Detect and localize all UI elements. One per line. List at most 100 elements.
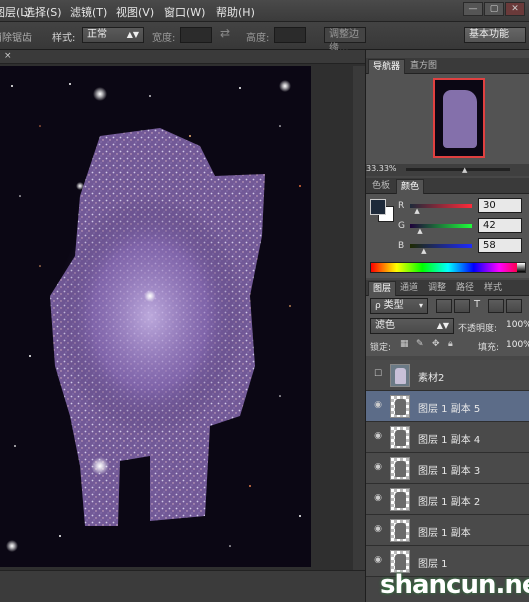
smart-filter-icon[interactable] [506,299,522,313]
tab-navigator[interactable]: 导航器 [368,59,406,74]
menu-view[interactable]: 视图(V) [116,4,154,20]
tab-adjustments[interactable]: 调整 [424,281,450,296]
eye-icon[interactable]: ◉ [372,493,384,505]
layer-list: ☐ 素材2 ◉ 图层 1 副本 5 ◉ 图层 1 副本 4 ◉ 图层 1 副本 … [366,360,529,602]
document-canvas[interactable] [0,66,311,567]
navigator-preview-area [366,74,529,174]
eye-icon[interactable]: ◉ [372,524,384,536]
fill-value[interactable]: 100% [506,340,529,350]
layer-row[interactable]: ◉ 图层 1 副本 [366,515,529,546]
layer-thumbnail [390,457,410,480]
refine-edge-button[interactable]: 调整边缘... [324,27,366,54]
height-label: 高度: [246,33,270,44]
workspace-value: 基本功能 [469,29,509,40]
channel-r-value[interactable]: 30 [478,198,522,213]
width-label: 宽度: [152,33,176,44]
style-dropdown[interactable]: 正常 ▲▼ [82,27,144,43]
right-panel: 导航器 直方图 33.33% ▲ 色板 颜色 R ▲ 30 G ▲ 42 B ▲… [365,50,529,602]
close-icon[interactable]: ✕ [505,2,525,16]
layer-row[interactable]: ◉ 图层 1 副本 3 [366,453,529,484]
layer-row[interactable]: ◉ 图层 1 副本 5 [366,391,529,422]
eye-icon[interactable]: ◉ [372,431,384,443]
anti-alias-label[interactable]: 消除锯齿 [0,29,32,44]
maximize-icon[interactable]: ▢ [484,2,504,16]
navigator-view-box[interactable] [433,78,485,158]
blend-mode-value: 滤色 [375,320,395,331]
layer-name: 图层 1 副本 [418,528,471,539]
height-field[interactable] [274,27,306,43]
layer-row[interactable]: ◉ 图层 1 副本 2 [366,484,529,515]
layer-thumbnail [390,426,410,449]
layer-thumbnail [390,395,410,418]
tab-color[interactable]: 颜色 [396,179,425,194]
layer-name: 图层 1 副本 2 [418,497,481,508]
shape-filter-icon[interactable] [488,299,504,313]
channel-g-handle-icon[interactable]: ▲ [417,227,422,235]
zoom-row: 33.33% ▲ [366,164,529,176]
lock-label: 锁定: [370,343,392,353]
color-panel: R ▲ 30 G ▲ 42 B ▲ 58 [366,194,529,278]
channel-r-handle-icon[interactable]: ▲ [414,207,419,215]
close-doc-icon[interactable]: × [4,51,12,61]
visibility-off-icon[interactable]: ☐ [372,369,384,381]
channel-b-value[interactable]: 58 [478,238,522,253]
options-bar: 消除锯齿 样式: 正常 ▲▼ 宽度: ⇄ 高度: 调整边缘... 基本功能 [0,22,529,54]
watermark-logo: shancun.net [380,570,529,600]
channel-b-slider[interactable] [410,244,472,248]
channel-b-handle-icon[interactable]: ▲ [421,247,426,255]
eye-icon[interactable]: ◉ [372,400,384,412]
zoom-value[interactable]: 33.33% [366,164,397,173]
layer-name: 图层 1 副本 3 [418,466,481,477]
zoom-handle-icon[interactable]: ▲ [462,166,467,174]
channel-b-row: B ▲ 58 [366,238,529,256]
lock-brush-icon[interactable]: ✎ [416,339,424,349]
tab-channels[interactable]: 通道 [396,281,422,296]
opacity-value[interactable]: 100% [506,320,529,330]
layer-filter-dropdown[interactable]: ρ 类型 ▾ [370,298,428,314]
layer-row[interactable]: ☐ 素材2 [366,360,529,391]
fill-label: 填充: [478,343,500,353]
layers-tabs: 图层 通道 调整 路径 样式 [366,280,529,296]
lock-move-icon[interactable]: ✥ [432,339,440,349]
document-tab-strip: × [0,50,365,64]
menu-select[interactable]: 选择(S) [24,4,62,20]
menu-window[interactable]: 窗口(W) [164,4,205,20]
width-field[interactable] [180,27,212,43]
blend-mode-dropdown[interactable]: 滤色 ▲▼ [370,318,454,334]
chevron-down-icon: ▲▼ [126,30,139,39]
workspace-dropdown[interactable]: 基本功能 [464,27,526,43]
layer-thumbnail [390,364,410,387]
channel-r-label: R [398,201,405,211]
minimize-icon[interactable]: — [463,2,483,16]
layer-name: 图层 1 [418,559,448,570]
tab-histogram[interactable]: 直方图 [406,59,441,74]
pixel-filter-icon[interactable] [436,299,452,313]
layer-filter-value: 类型 [383,300,404,311]
channel-g-label: G [398,221,405,231]
channel-g-row: G ▲ 42 [366,218,529,236]
lock-all-icon[interactable]: 🔒︎ [448,339,453,349]
tab-swatches[interactable]: 色板 [368,179,394,194]
menu-bar: 图层(L) 选择(S) 滤镜(T) 视图(V) 窗口(W) 帮助(H) — ▢ … [0,0,529,22]
tab-paths[interactable]: 路径 [452,281,478,296]
menu-filter[interactable]: 滤镜(T) [70,4,107,20]
layer-thumbnail [390,488,410,511]
vertical-scrollbar[interactable] [353,66,365,570]
channel-g-value[interactable]: 42 [478,218,522,233]
opacity-label: 不透明度: [458,324,498,334]
type-filter-icon[interactable]: T [474,299,480,310]
eye-icon[interactable]: ◉ [372,462,384,474]
layer-row[interactable]: ◉ 图层 1 副本 4 [366,422,529,453]
eye-icon[interactable]: ◉ [372,555,384,567]
tab-styles[interactable]: 样式 [480,281,506,296]
swap-icon[interactable]: ⇄ [220,26,230,40]
zoom-slider[interactable] [406,168,510,171]
layer-name: 图层 1 副本 5 [418,404,481,415]
lock-transparent-icon[interactable]: ▦ [400,339,409,349]
channel-r-row: R ▲ 30 [366,198,529,216]
color-spectrum-bar[interactable] [370,262,526,273]
tab-layers[interactable]: 图层 [368,281,397,296]
adjustment-filter-icon[interactable] [454,299,470,313]
window-controls: — ▢ ✕ [463,2,525,18]
menu-help[interactable]: 帮助(H) [216,4,255,20]
